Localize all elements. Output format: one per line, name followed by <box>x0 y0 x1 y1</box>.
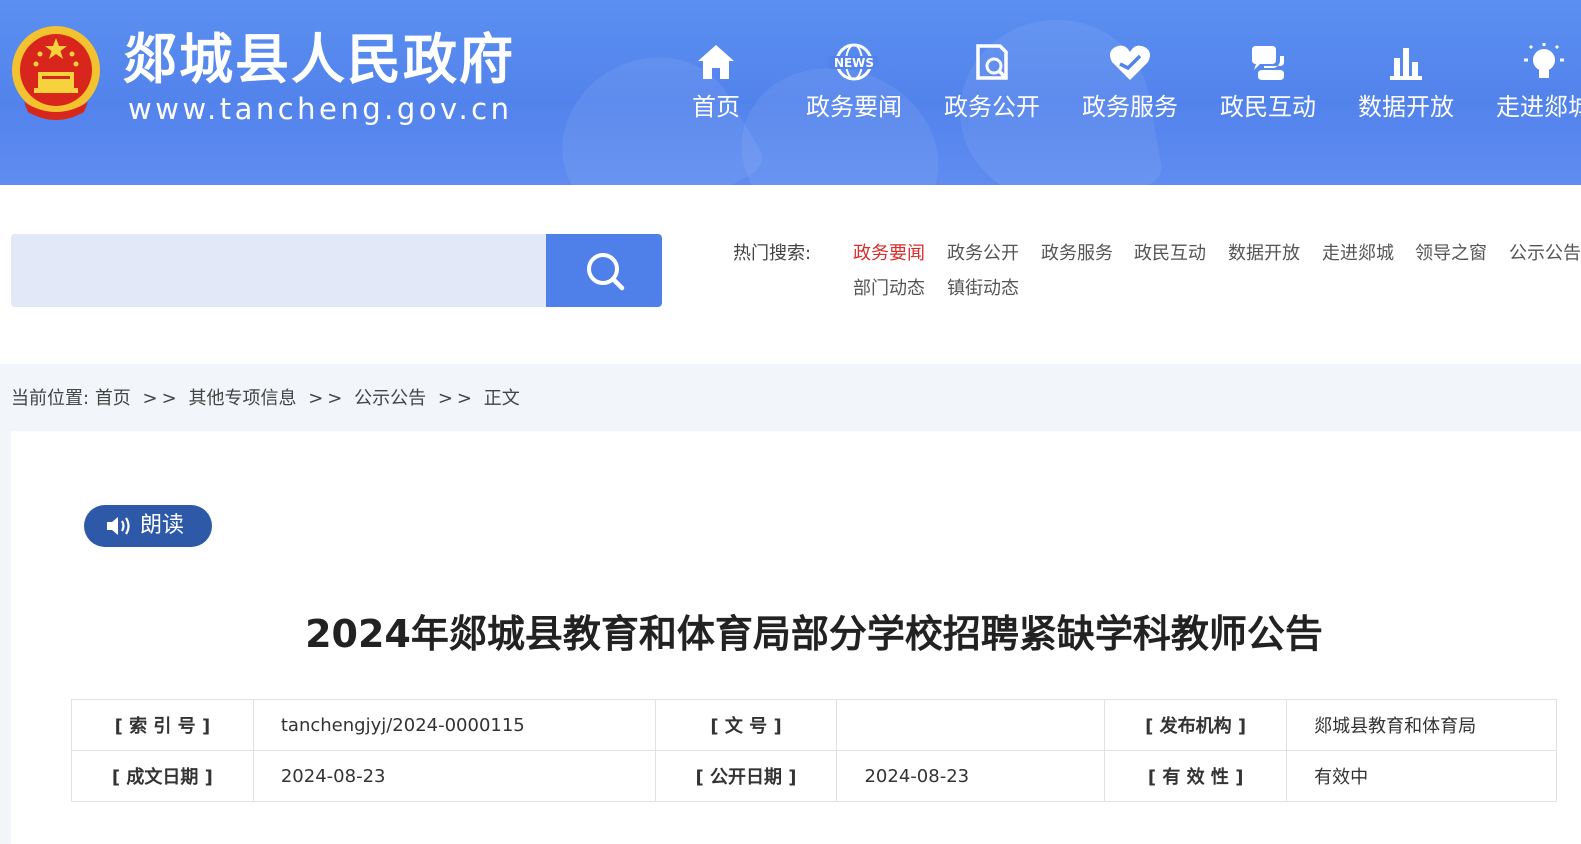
nav-label: 政务公开 <box>944 93 1040 121</box>
table-row: [ 成文日期 ] 2024-08-23 [ 公开日期 ] 2024-08-23 … <box>71 750 1557 802</box>
nav-services[interactable]: 政务服务 <box>1070 42 1190 122</box>
breadcrumb-separator: >> <box>437 388 476 409</box>
hot-link[interactable]: 走进郯城 <box>1322 239 1394 265</box>
index-label: [ 索 引 号 ] <box>71 699 254 751</box>
hot-link[interactable]: 政务服务 <box>1041 239 1113 265</box>
document-meta-table: [ 索 引 号 ] tanchengjyj/2024-0000115 [ 文 号… <box>71 699 1557 802</box>
created-date-value: 2024-08-23 <box>252 750 656 802</box>
nav-home[interactable]: 首页 <box>656 42 776 122</box>
publisher-label: [ 发布机构 ] <box>1104 699 1288 751</box>
site-url: www.tancheng.gov.cn <box>128 92 513 126</box>
validity-label: [ 有 效 性 ] <box>1104 750 1288 802</box>
nav-label: 政务要闻 <box>806 93 902 121</box>
search-icon <box>587 253 625 291</box>
validity-value: 有效中 <box>1286 750 1557 802</box>
nav-label: 数据开放 <box>1358 93 1454 121</box>
search-input[interactable] <box>11 234 547 307</box>
hot-link[interactable]: 政务要闻 <box>853 239 925 265</box>
nav-label: 首页 <box>692 93 740 121</box>
lightbulb-icon <box>1484 42 1581 84</box>
article-title: 2024年郯城县教育和体育局部分学校招聘紧缺学科教师公告 <box>305 612 1323 656</box>
hot-link[interactable]: 部门动态 <box>853 274 925 300</box>
breadcrumb-item: 正文 <box>483 388 520 409</box>
read-aloud-button[interactable]: 朗读 <box>84 505 212 547</box>
breadcrumb-separator: >> <box>308 388 347 409</box>
heart-service-icon <box>1070 42 1190 84</box>
breadcrumb-item[interactable]: 公示公告 <box>354 388 426 409</box>
nav-label: 政务服务 <box>1082 93 1178 121</box>
breadcrumb-item[interactable]: 其他专项信息 <box>188 388 296 409</box>
hot-link[interactable]: 政务公开 <box>947 239 1019 265</box>
nav-data-open[interactable]: 数据开放 <box>1346 42 1466 122</box>
breadcrumb-item[interactable]: 首页 <box>95 388 131 409</box>
table-row: [ 索 引 号 ] tanchengjyj/2024-0000115 [ 文 号… <box>71 699 1557 751</box>
speaker-icon <box>107 517 130 535</box>
breadcrumb-prefix: 当前位置: <box>11 388 90 409</box>
nav-news[interactable]: NEWS 政务要闻 <box>794 42 914 122</box>
doc-number-value <box>836 699 1106 751</box>
interaction-icon <box>1208 42 1328 84</box>
doc-number-label: [ 文 号 ] <box>654 699 838 751</box>
hot-link[interactable]: 镇街动态 <box>947 274 1019 300</box>
search-button[interactable] <box>546 234 662 307</box>
svg-text:NEWS: NEWS <box>834 56 874 70</box>
site-header: 郯城县人民政府 www.tancheng.gov.cn 首页 NEWS 政务要闻… <box>0 0 1581 185</box>
read-aloud-label: 朗读 <box>140 513 185 538</box>
site-title: 郯城县人民政府 <box>123 28 515 91</box>
hot-search-label: 热门搜索: <box>733 243 812 264</box>
nav-interaction[interactable]: 政民互动 <box>1208 42 1328 122</box>
home-icon <box>656 42 776 84</box>
hot-link[interactable]: 政民互动 <box>1134 239 1206 265</box>
open-affairs-icon <box>932 42 1052 84</box>
bar-chart-icon <box>1346 42 1466 84</box>
hot-link[interactable]: 公示公告 <box>1509 239 1581 265</box>
national-emblem-icon <box>12 26 100 120</box>
nav-label: 政民互动 <box>1220 93 1316 121</box>
hot-link[interactable]: 数据开放 <box>1228 239 1300 265</box>
news-icon: NEWS <box>794 42 914 84</box>
publisher-value: 郯城县教育和体育局 <box>1286 699 1557 751</box>
nav-open-affairs[interactable]: 政务公开 <box>932 42 1052 122</box>
published-date-value: 2024-08-23 <box>836 750 1106 802</box>
breadcrumb: 当前位置: 首页 >> 其他专项信息 >> 公示公告 >> 正文 <box>11 384 520 410</box>
index-value: tanchengjyj/2024-0000115 <box>252 699 656 751</box>
created-date-label: [ 成文日期 ] <box>71 750 254 802</box>
hot-link[interactable]: 领导之窗 <box>1415 239 1487 265</box>
breadcrumb-separator: >> <box>142 388 181 409</box>
nav-label: 走进郯城 <box>1496 93 1581 121</box>
nav-about-tancheng[interactable]: 走进郯城 <box>1484 42 1581 122</box>
published-date-label: [ 公开日期 ] <box>654 750 838 802</box>
